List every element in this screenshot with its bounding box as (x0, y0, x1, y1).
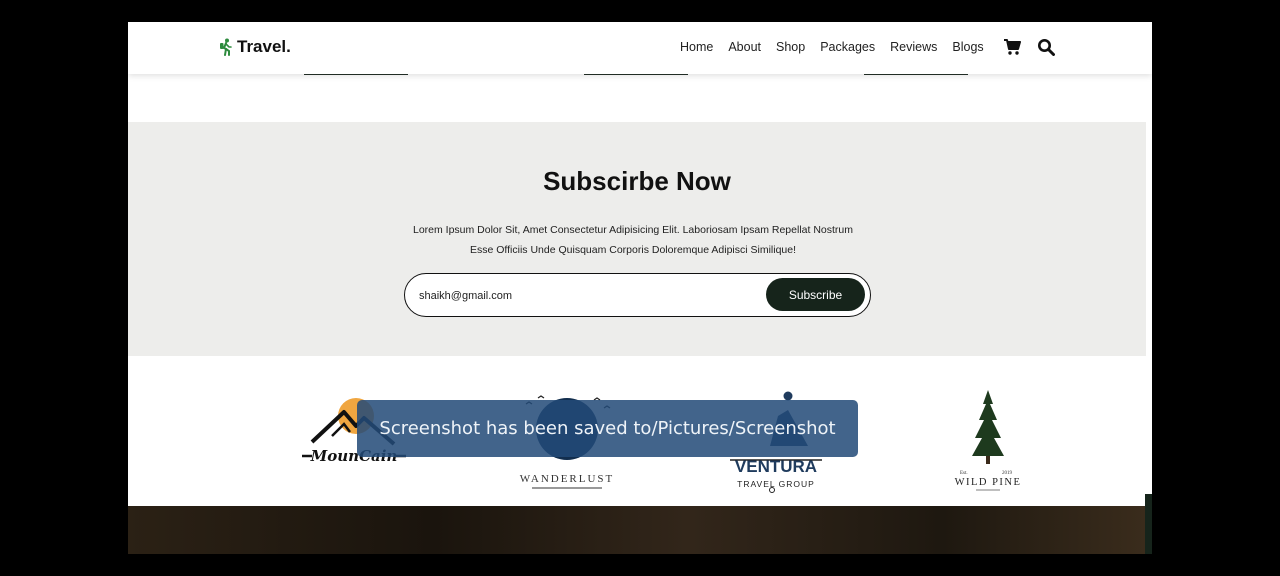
nav-about[interactable]: About (728, 40, 761, 54)
website-page: Travel. Home About Shop Packages Reviews… (128, 22, 1152, 554)
nav-reviews[interactable]: Reviews (890, 40, 937, 54)
wild-pine-est: Est. (960, 471, 968, 476)
wild-pine-year: 2019 (1002, 471, 1013, 476)
site-logo[interactable]: Travel. (219, 37, 291, 57)
wild-pine-logo: Est. 2019 WILD PINE (946, 390, 1030, 494)
nav-blogs[interactable]: Blogs (952, 40, 983, 54)
subscribe-form: Subscribe (404, 273, 871, 318)
search-icon[interactable] (1037, 38, 1055, 56)
wild-pine-logo-text: WILD PINE (955, 477, 1022, 488)
subscribe-description-line: Esse Officiis Unde Quisquam Corporis Dol… (469, 243, 797, 256)
hiker-icon (220, 38, 232, 56)
main-nav: Home About Shop Packages Reviews Blogs (680, 40, 984, 54)
ventura-logo-subtext: TRAVEL GROUP (737, 479, 815, 489)
subscribe-title: Subscirbe Now (543, 166, 731, 196)
cart-icon[interactable] (1003, 38, 1021, 56)
nav-packages[interactable]: Packages (820, 40, 875, 54)
nav-home[interactable]: Home (680, 40, 713, 54)
subscribe-button[interactable]: Subscribe (766, 278, 865, 311)
ventura-logo-text: VENTURA (735, 457, 817, 476)
screenshot-saved-toast: Screenshot has been saved to/Pictures/Sc… (357, 400, 858, 457)
scroll-edge-bar (1145, 494, 1152, 554)
brand-name: Travel. (237, 37, 291, 56)
subscribe-description: Lorem Ipsum Dolor Sit, Amet Consectetur … (398, 221, 868, 260)
hero-background-image (128, 506, 1146, 554)
nav-icons (1003, 38, 1055, 56)
email-input[interactable] (417, 274, 751, 318)
header-navbar: Travel. Home About Shop Packages Reviews… (128, 22, 1152, 74)
nav-shop[interactable]: Shop (776, 40, 805, 54)
wanderlust-logo-text: WANDERLUST (520, 473, 615, 485)
subscribe-description-line: Lorem Ipsum Dolor Sit, Amet Consectetur … (412, 224, 853, 236)
subscribe-section: Subscirbe Now Lorem Ipsum Dolor Sit, Ame… (128, 122, 1146, 356)
